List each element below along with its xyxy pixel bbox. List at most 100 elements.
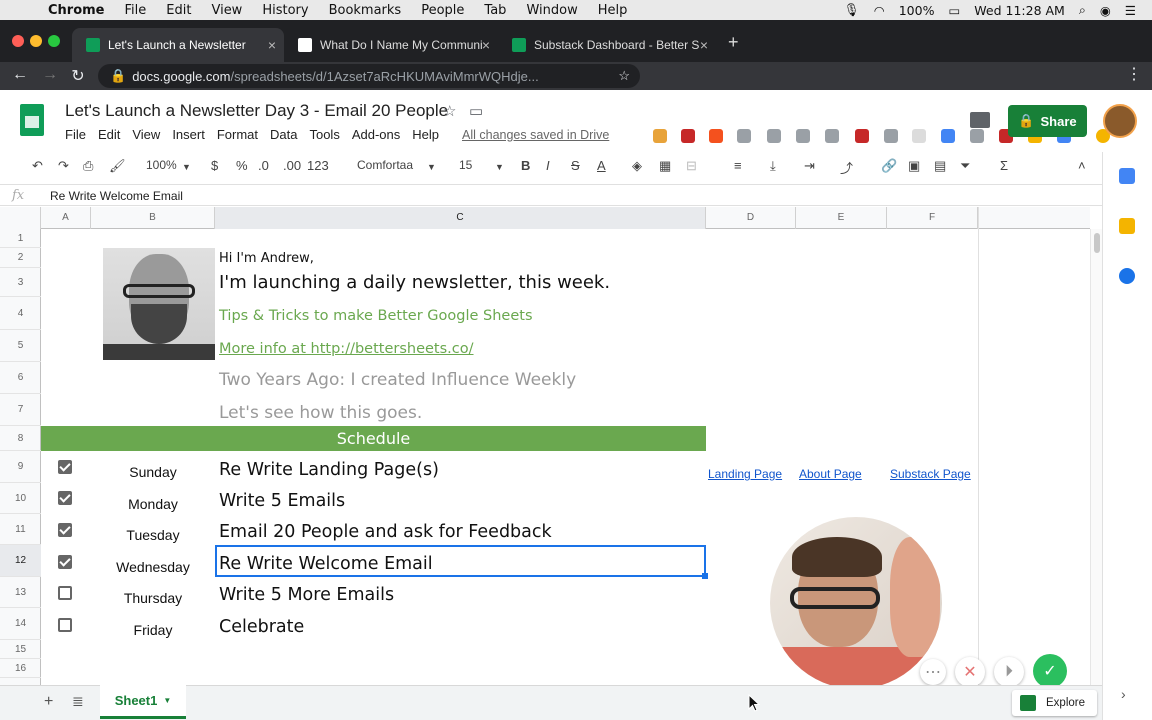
undo-icon[interactable]: ↶ bbox=[32, 158, 43, 174]
menubar-bookmarks[interactable]: Bookmarks bbox=[329, 3, 402, 18]
more-options-icon[interactable]: ⋯ bbox=[920, 659, 946, 685]
schedule-task[interactable]: Celebrate bbox=[219, 617, 304, 637]
row-header[interactable]: 1 bbox=[0, 229, 41, 248]
menubar-people[interactable]: People bbox=[421, 3, 464, 18]
checkbox-friday[interactable] bbox=[58, 618, 72, 632]
italic-icon[interactable]: I bbox=[546, 158, 550, 173]
vertical-scrollbar[interactable] bbox=[1090, 229, 1102, 685]
row-header[interactable]: 4 bbox=[0, 297, 41, 330]
menu-insert[interactable]: Insert bbox=[172, 127, 205, 142]
clock[interactable]: Wed 11:28 AM bbox=[974, 3, 1065, 18]
intro-more-info-link[interactable]: More info at http://bettersheets.co/ bbox=[219, 341, 474, 357]
checkbox-wednesday[interactable] bbox=[58, 555, 72, 569]
row-header[interactable]: 16 bbox=[0, 659, 41, 678]
column-header-f[interactable]: F bbox=[887, 207, 978, 229]
row-header[interactable]: 10 bbox=[0, 483, 41, 514]
menubar-edit[interactable]: Edit bbox=[166, 3, 191, 18]
menubar-view[interactable]: View bbox=[211, 3, 242, 18]
menubar-tab[interactable]: Tab bbox=[484, 3, 506, 18]
move-folder-icon[interactable]: ▭ bbox=[469, 102, 483, 120]
menu-help[interactable]: Help bbox=[412, 127, 439, 142]
schedule-day[interactable]: Wednesday bbox=[91, 559, 215, 575]
row-header[interactable]: 11 bbox=[0, 514, 41, 545]
chrome-menu-icon[interactable]: ⋮ bbox=[1126, 64, 1142, 84]
tab-sheets[interactable]: Let's Launch a Newsletter × bbox=[72, 28, 284, 62]
column-header-e[interactable]: E bbox=[796, 207, 887, 229]
font-select[interactable]: Comfortaa bbox=[357, 158, 413, 172]
sheets-logo-icon[interactable] bbox=[20, 104, 44, 136]
keep-icon[interactable] bbox=[1119, 218, 1135, 234]
increase-decimal[interactable]: .00 bbox=[283, 158, 301, 173]
print-icon[interactable]: ⎙ bbox=[83, 158, 93, 174]
merge-cells-icon[interactable]: ⊟ bbox=[686, 158, 697, 174]
extension-icon[interactable] bbox=[970, 129, 984, 143]
menubar-history[interactable]: History bbox=[262, 3, 308, 18]
chevron-down-icon[interactable]: ▼ bbox=[163, 696, 171, 705]
add-sheet-icon[interactable]: + bbox=[44, 693, 53, 711]
text-rotation-icon[interactable]: ⤴ bbox=[840, 158, 853, 177]
menu-tools[interactable]: Tools bbox=[309, 127, 339, 142]
pause-recording-icon[interactable]: ⏵ bbox=[994, 657, 1024, 687]
extension-icon[interactable] bbox=[825, 129, 839, 143]
column-header-a[interactable]: A bbox=[41, 207, 91, 229]
paint-format-icon[interactable]: 🖌 bbox=[109, 158, 126, 174]
extension-icon[interactable] bbox=[653, 129, 667, 143]
extension-icon[interactable] bbox=[796, 129, 810, 143]
borders-icon[interactable]: ▦ bbox=[659, 158, 671, 174]
fill-handle[interactable] bbox=[702, 573, 708, 579]
intro-tips[interactable]: Tips & Tricks to make Better Google Shee… bbox=[219, 308, 533, 324]
window-close-icon[interactable] bbox=[12, 35, 24, 47]
chevron-down-icon[interactable]: ▼ bbox=[182, 162, 191, 172]
text-color-icon[interactable]: A bbox=[597, 158, 606, 173]
extension-icon[interactable] bbox=[767, 129, 781, 143]
formula-bar[interactable]: fx Re Write Welcome Email bbox=[0, 184, 1102, 206]
fill-color-icon[interactable]: ◈ bbox=[632, 158, 642, 174]
insert-link-icon[interactable]: 🔗 bbox=[881, 158, 897, 174]
menu-data[interactable]: Data bbox=[270, 127, 297, 142]
siri-icon[interactable]: ◉ bbox=[1100, 3, 1111, 18]
control-center-icon[interactable]: ☰ bbox=[1125, 3, 1136, 18]
schedule-task[interactable]: Write 5 More Emails bbox=[219, 585, 394, 605]
functions-icon[interactable]: Σ bbox=[1000, 158, 1008, 173]
row-header[interactable]: 12 bbox=[0, 545, 41, 577]
sheet-tab[interactable]: Sheet1 ▼ bbox=[100, 685, 186, 719]
window-minimize-icon[interactable] bbox=[30, 35, 42, 47]
menubar-file[interactable]: File bbox=[125, 3, 147, 18]
column-header-c[interactable]: C bbox=[215, 207, 706, 229]
star-icon[interactable]: ☆ bbox=[443, 102, 456, 120]
column-header-d[interactable]: D bbox=[706, 207, 796, 229]
address-bar[interactable]: 🔒 docs.google.com /spreadsheets/d/1Azset… bbox=[98, 64, 640, 88]
schedule-task[interactable]: Email 20 People and ask for Feedback bbox=[219, 522, 552, 542]
select-all-corner[interactable] bbox=[0, 207, 41, 229]
vertical-align-icon[interactable]: ⤓ bbox=[770, 158, 776, 174]
finish-recording-icon[interactable]: ✓ bbox=[1033, 654, 1067, 688]
battery-label[interactable]: 100% bbox=[899, 3, 935, 18]
row-header[interactable]: 14 bbox=[0, 608, 41, 640]
row-header[interactable]: 9 bbox=[0, 451, 41, 483]
menu-view[interactable]: View bbox=[132, 127, 160, 142]
microphone-icon[interactable]: 🎙 bbox=[844, 2, 860, 18]
intro-launch[interactable]: I'm launching a daily newsletter, this w… bbox=[219, 272, 610, 293]
more-formats[interactable]: 123 bbox=[307, 158, 329, 173]
reload-icon[interactable]: ↻ bbox=[68, 66, 88, 86]
menu-addons[interactable]: Add-ons bbox=[352, 127, 400, 142]
all-sheets-icon[interactable]: ≣ bbox=[72, 693, 84, 710]
insert-comment-icon[interactable]: ▣ bbox=[908, 158, 920, 174]
schedule-day[interactable]: Friday bbox=[91, 622, 215, 638]
row-header[interactable]: 13 bbox=[0, 577, 41, 608]
column-header-b[interactable]: B bbox=[91, 207, 215, 229]
row-header[interactable]: 6 bbox=[0, 362, 41, 394]
zoom-select[interactable]: 100% bbox=[146, 158, 177, 172]
schedule-day[interactable]: Monday bbox=[91, 496, 215, 512]
battery-icon[interactable]: ▭ bbox=[948, 3, 960, 18]
schedule-day[interactable]: Sunday bbox=[91, 464, 215, 480]
scrollbar-thumb[interactable] bbox=[1094, 233, 1100, 253]
schedule-header[interactable]: Schedule bbox=[41, 426, 706, 451]
currency-format[interactable]: $ bbox=[211, 158, 218, 173]
menubar-help[interactable]: Help bbox=[598, 3, 628, 18]
redo-icon[interactable]: ↷ bbox=[58, 158, 69, 174]
forward-icon[interactable]: → bbox=[40, 66, 60, 84]
strikethrough-icon[interactable]: S bbox=[571, 158, 580, 173]
explore-button[interactable]: Explore bbox=[1012, 690, 1097, 716]
spotlight-search-icon[interactable]: ⌕ bbox=[1079, 2, 1086, 18]
